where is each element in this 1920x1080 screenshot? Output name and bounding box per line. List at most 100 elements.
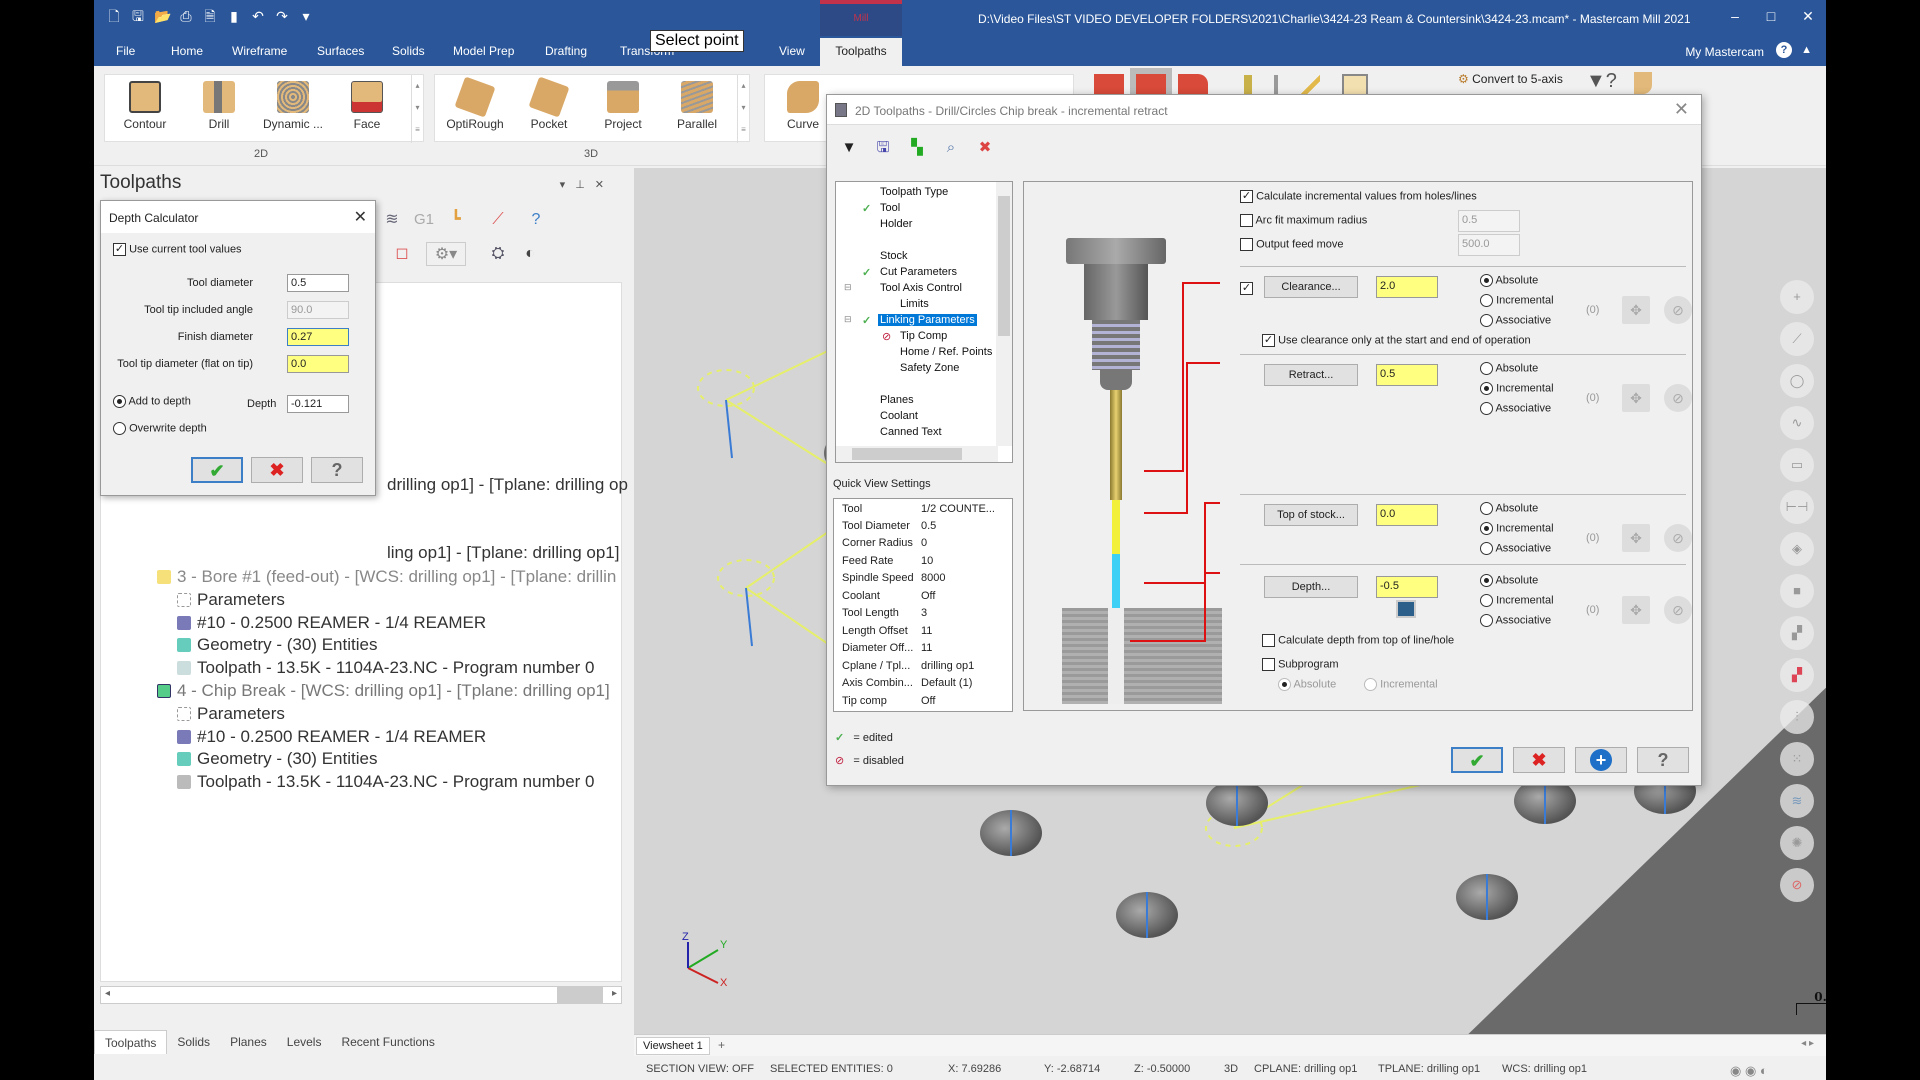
redo-icon[interactable]: ↷ <box>274 8 290 24</box>
simulate-icon[interactable]: ⛭ <box>486 242 510 266</box>
select-surfaces-icon[interactable]: ▭ <box>1780 448 1814 482</box>
pin-icon[interactable]: ⊥ <box>575 179 595 191</box>
viewsheet-scroll[interactable]: ◂ ▸ <box>1801 1038 1814 1049</box>
maximize-button[interactable]: □ <box>1761 6 1781 26</box>
g1-icon[interactable]: G1 <box>412 208 436 232</box>
machine-sim-icon[interactable] <box>1634 72 1652 94</box>
calc-depth-top-checkbox[interactable]: Calculate depth from top of line/hole <box>1262 634 1454 647</box>
tree-row[interactable]: Parameters <box>177 590 285 610</box>
panel-tab-solids[interactable]: Solids <box>167 1030 220 1054</box>
retract-field[interactable]: 0.5 <box>1376 364 1438 386</box>
clearance-field[interactable]: 2.0 <box>1376 276 1438 298</box>
top-of-stock-field[interactable]: 0.0 <box>1376 504 1438 526</box>
tree-node-planes[interactable]: Planes <box>880 394 914 406</box>
tree-row[interactable]: #10 - 0.2500 REAMER - 1/4 REAMER <box>177 613 486 633</box>
clearance-enable-checkbox[interactable]: ✓ <box>1240 282 1253 295</box>
cancel-button[interactable]: ✖ <box>251 457 303 483</box>
help-button[interactable]: ? <box>311 457 363 483</box>
tab-solids[interactable]: Solids <box>392 44 425 58</box>
tab-toolpaths[interactable]: Toolpaths <box>820 38 902 66</box>
tree-node-toolpath-type[interactable]: Toolpath Type <box>880 186 948 198</box>
depth-associative-radio[interactable]: Associative <box>1480 614 1551 627</box>
lock-icon[interactable]: ◐ <box>518 242 542 266</box>
undo-icon[interactable]: ↶ <box>250 8 266 24</box>
display-options-dropdown[interactable]: ⚙▾ <box>426 242 466 266</box>
tab-file[interactable]: File <box>116 44 135 58</box>
bookmark-icon[interactable]: ▮ <box>226 8 242 24</box>
tree-node-stock[interactable]: Stock <box>880 250 908 262</box>
ok-button[interactable]: ✔ <box>1451 747 1503 773</box>
tree-row[interactable]: drilling op1] - [Tplane: drilling op <box>387 475 628 495</box>
clearance-button[interactable]: Clearance... <box>1264 276 1358 298</box>
operation-3[interactable]: 3 - Bore #1 (feed-out) - [WCS: drilling … <box>157 567 616 587</box>
z-coordinate[interactable]: Z: -0.50000 <box>1134 1063 1190 1075</box>
select-attributes-icon[interactable]: ⫶ <box>1780 700 1814 734</box>
clearance-associative-radio[interactable]: Associative <box>1480 314 1551 327</box>
toolpath-edit-icon[interactable]: ⟋ <box>486 208 510 232</box>
tool-diameter-field[interactable]: 0.5 <box>287 274 349 292</box>
tree-vertical-scrollbar[interactable] <box>996 182 1012 446</box>
customize-qat-icon[interactable]: ▾ <box>298 8 314 24</box>
tree-node-tool-axis-control[interactable]: Tool Axis Control <box>880 282 962 294</box>
tree-node-tool[interactable]: Tool <box>880 202 900 214</box>
close-button[interactable]: ✕ <box>1798 6 1818 26</box>
gallery-scroll[interactable]: ▴ ▾ ≡ <box>411 75 423 143</box>
depth-calculator-icon[interactable] <box>1396 600 1416 618</box>
project-button[interactable]: Project <box>589 75 657 143</box>
depth-button[interactable]: Depth... <box>1264 576 1358 598</box>
subprogram-checkbox[interactable]: Subprogram <box>1262 658 1339 671</box>
ok-button[interactable]: ✔ <box>191 457 243 483</box>
clearance-absolute-radio[interactable]: Absolute <box>1480 274 1538 287</box>
section-view-status[interactable]: SECTION VIEW: OFF <box>646 1063 754 1075</box>
tree-node-coolant[interactable]: Coolant <box>880 410 918 422</box>
arc-fit-checkbox[interactable]: Arc fit maximum radius <box>1240 214 1367 227</box>
clear-mask-icon[interactable]: ⊘ <box>1780 868 1814 902</box>
contour-button[interactable]: Contour <box>111 75 179 143</box>
new-file-icon[interactable]: 🗋 <box>106 8 122 24</box>
panel-tab-planes[interactable]: Planes <box>220 1030 277 1054</box>
select-splines-icon[interactable]: ∿ <box>1780 406 1814 440</box>
tree-row[interactable]: Geometry - (30) Entities <box>177 749 377 769</box>
drill-button[interactable]: Drill <box>185 75 253 143</box>
add-viewsheet-button[interactable]: + <box>718 1038 725 1052</box>
finish-diameter-field[interactable]: 0.27 <box>287 328 349 346</box>
checkbox[interactable]: ✓ <box>113 243 126 256</box>
tree-row[interactable]: Toolpath - 13.5K - 1104A-23.NC - Program… <box>177 772 595 792</box>
select-icon[interactable]: ◻ <box>390 242 414 266</box>
select-solids-icon[interactable]: ◈ <box>1780 532 1814 566</box>
wcs-status[interactable]: WCS: drilling op1 <box>1502 1063 1587 1075</box>
select-color-icon[interactable]: ▞ <box>1780 658 1814 692</box>
minimize-button[interactable]: – <box>1725 6 1745 26</box>
save-icon[interactable]: 🖫 <box>130 8 146 24</box>
tree-row[interactable]: #10 - 0.2500 REAMER - 1/4 REAMER <box>177 727 486 747</box>
save-as-icon[interactable]: 🗎 <box>202 8 218 24</box>
tree-node-home-ref-points[interactable]: Home / Ref. Points <box>900 346 992 358</box>
retract-button[interactable]: Retract... <box>1264 364 1358 386</box>
scroll-thumb[interactable] <box>557 987 603 1003</box>
viewsheet-tab[interactable]: Viewsheet 1 <box>636 1037 710 1055</box>
panel-tab-recent-functions[interactable]: Recent Functions <box>331 1030 444 1054</box>
tree-node-tip-comp[interactable]: Tip Comp <box>900 330 947 342</box>
select-faces-icon[interactable]: ▞ <box>1780 616 1814 650</box>
tree-node-limits[interactable]: Limits <box>900 298 929 310</box>
tree-node-safety-zone[interactable]: Safety Zone <box>900 362 959 374</box>
select-arcs-icon[interactable]: ◯ <box>1780 364 1814 398</box>
select-all-icon[interactable]: + <box>1780 280 1814 314</box>
help-button[interactable]: ? <box>1637 747 1689 773</box>
convert-5axis-button[interactable]: ⚙ Convert to 5-axis <box>1458 72 1563 86</box>
select-groups-icon[interactable]: ⁙ <box>1780 742 1814 776</box>
collapse-ribbon-icon[interactable]: ▲ <box>1801 44 1812 56</box>
retract-incremental-radio[interactable]: Incremental <box>1480 382 1554 395</box>
gallery-scroll-3d[interactable]: ▴ ▾ ≡ <box>737 75 749 143</box>
tip-diameter-field[interactable]: 0.0 <box>287 355 349 373</box>
retract-absolute-radio[interactable]: Absolute <box>1480 362 1538 375</box>
tool-icon[interactable]: ▼ <box>837 136 861 160</box>
tab-view[interactable]: View <box>779 44 805 58</box>
tree-node-linking-parameters[interactable]: Linking Parameters <box>878 314 977 326</box>
tree-node-holder[interactable]: Holder <box>880 218 912 230</box>
panel-menu-icon[interactable]: ▾ <box>560 179 576 191</box>
tab-wireframe[interactable]: Wireframe <box>232 44 287 58</box>
tplane-status[interactable]: TPLANE: drilling op1 <box>1378 1063 1480 1075</box>
save-defaults-icon[interactable]: 🖫 <box>871 136 895 160</box>
help-icon[interactable]: ? <box>1776 42 1792 58</box>
